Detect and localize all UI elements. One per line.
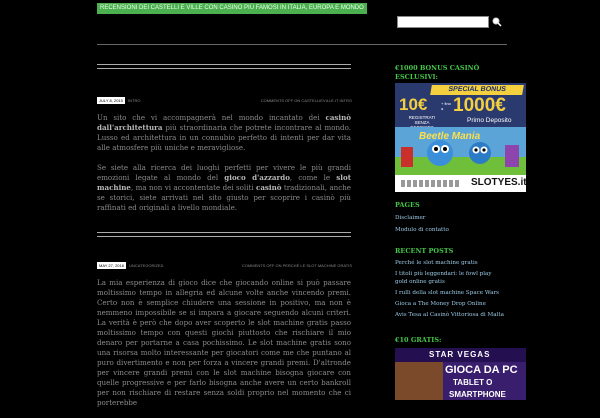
post-paragraph: La mia esperienza di gioco dice che gioc… — [97, 278, 351, 407]
post-category-link[interactable]: UNCATEGORIZED — [129, 263, 163, 268]
sidebar-link-disclaimer[interactable]: Disclaimer — [395, 214, 425, 222]
banner-game-title: Beetle Mania — [419, 131, 481, 142]
recent-post-link[interactable]: I titoli più leggendari: le fowl play go… — [395, 270, 505, 286]
widget-title-free: €10 GRATIS: — [395, 336, 442, 344]
banner2-header: STAR VEGAS — [395, 348, 526, 362]
post-separator — [97, 232, 351, 237]
widget-title-pages: PAGES — [395, 201, 420, 209]
search-icon[interactable] — [492, 17, 502, 27]
post-date: MAY 27, 2016 — [97, 262, 126, 269]
banner-ribbon: SPECIAL BONUS — [430, 85, 524, 95]
post-date: JULY 8, 2015 — [97, 97, 125, 104]
recent-post-link[interactable]: Avis Tesa al Casinò Vittoriosa di Malta — [395, 311, 505, 319]
casino-bonus-banner[interactable]: SPECIAL BONUS 10€ REGISTRATI SENZA DEPOS… — [395, 83, 526, 192]
site-tagline[interactable]: RECENSIONI DEI CASTELLI E VILLE CON CASI… — [97, 3, 367, 14]
post-content: Un sito che vi accompagnerà nel mondo in… — [97, 113, 351, 223]
starvegas-banner[interactable]: STAR VEGAS GIOCA DA PC TABLET O SMARTPHO… — [395, 348, 526, 400]
recent-post-link[interactable]: Perché le slot machine gratis — [395, 259, 505, 267]
banner2-character-art — [395, 362, 443, 400]
banner2-sub2: SMARTPHONE — [449, 390, 506, 399]
post-paragraph: Un sito che vi accompagnerà nel mondo in… — [97, 113, 351, 152]
recent-post-link[interactable]: Gioca a The Money Drop Online — [395, 300, 505, 308]
banner-footer: SLOTYES.it — [395, 175, 526, 192]
banner-left-amount: 10€ — [399, 95, 428, 114]
widget-title-bonus: €1000 BONUS CASINÒ ESCLUSIVI: — [395, 64, 480, 81]
post-comments-link[interactable]: COMMENTS OFF ON PERCHÉ LE SLOT MACHINE G… — [242, 263, 352, 268]
banner-right-amount: 1000€ — [453, 95, 506, 116]
widget-title-recent: RECENT POSTS — [395, 247, 454, 255]
recent-posts-list: Perché le slot machine gratis I titoli p… — [395, 259, 505, 319]
inline-link[interactable]: casinò — [256, 183, 282, 192]
banner2-headline: GIOCA DA PC — [445, 364, 518, 376]
sidebar-link-contact[interactable]: Modulo di contatto — [395, 226, 449, 234]
banner-brand: SLOTYES.it — [471, 177, 526, 188]
post-content: La mia esperienza di gioco dice che gioc… — [97, 278, 351, 418]
post-meta: MAY 27, 2016 UNCATEGORIZED COMMENTS OFF … — [97, 262, 352, 269]
banner-right-note: Primo Deposito — [467, 117, 512, 124]
post-paragraph: Se siete alla ricerca dei luoghi perfett… — [97, 163, 351, 212]
inline-link[interactable]: gioco d'azzardo — [224, 173, 290, 182]
recent-post-link[interactable]: I rulli della slot machine Space Wars — [395, 289, 505, 297]
banner2-sub: TABLET O — [453, 378, 493, 387]
post-separator — [97, 64, 351, 69]
post-comments-link[interactable]: COMMENTS OFF ON CASTELLIEVILLE.IT INTRO — [261, 98, 352, 103]
banner-logos — [401, 180, 461, 187]
banner2-brand: STAR VEGAS — [429, 350, 491, 359]
post-meta: JULY 8, 2015 INTRO COMMENTS OFF ON CASTE… — [97, 97, 352, 104]
banner-game-art: Beetle Mania — [395, 127, 526, 175]
header-divider — [97, 44, 507, 45]
search-input[interactable] — [397, 16, 489, 28]
banner-right-prefix: + fino a — [441, 101, 451, 111]
post-category-link[interactable]: INTRO — [128, 98, 140, 103]
